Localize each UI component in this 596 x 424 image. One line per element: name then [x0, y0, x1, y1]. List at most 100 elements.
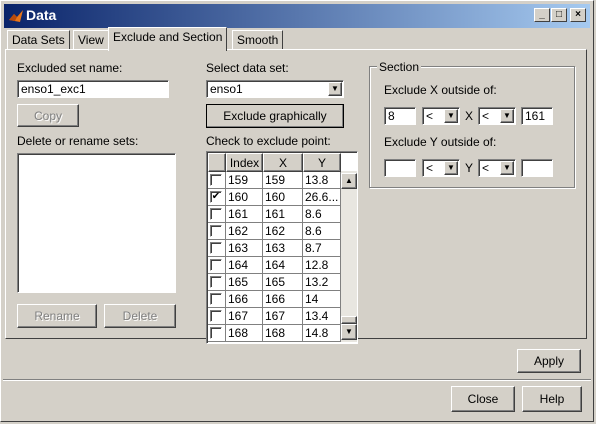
table-cell-index: 160: [226, 189, 263, 206]
table-header-y: Y: [303, 153, 341, 172]
table-cell-index: 166: [226, 291, 263, 308]
table-cell-x: 168: [263, 325, 303, 342]
table-cell-index: 161: [226, 206, 263, 223]
table-cell-y: 14: [303, 291, 341, 308]
tab-data-sets[interactable]: Data Sets: [7, 30, 70, 50]
apply-button[interactable]: Apply: [517, 349, 581, 373]
table-row-checkbox-cell: [208, 240, 226, 257]
scroll-up-arrow-icon[interactable]: ▲: [341, 173, 357, 189]
table-header-index: Index: [226, 153, 263, 172]
dropdown-arrow-icon[interactable]: ▼: [444, 109, 458, 123]
maximize-button[interactable]: □: [551, 8, 567, 22]
table-cell-y: 8.6: [303, 223, 341, 240]
table-scrollbar[interactable]: ▲ ▼: [341, 171, 357, 342]
dropdown-arrow-icon[interactable]: ▼: [328, 82, 342, 96]
exclude-checkbox[interactable]: [210, 225, 222, 237]
table-cell-x: 163: [263, 240, 303, 257]
table-cell-y: 13.2: [303, 274, 341, 291]
table-row-checkbox-cell: ✔: [208, 189, 226, 206]
table-cell-y: 8.6: [303, 206, 341, 223]
table-cell-x: 160: [263, 189, 303, 206]
matlab-logo-icon: [9, 10, 23, 22]
x-op2-dropdown[interactable]: < ▼: [478, 107, 516, 125]
exclude-checkbox[interactable]: ✔: [210, 191, 222, 203]
check-to-exclude-label: Check to exclude point:: [206, 134, 331, 148]
x-variable-label: X: [465, 109, 474, 123]
table-row-checkbox-cell: [208, 291, 226, 308]
table-row-checkbox-cell: [208, 257, 226, 274]
x-op1-value: <: [426, 109, 434, 123]
scroll-thumb[interactable]: [341, 316, 357, 324]
table-cell-x: 161: [263, 206, 303, 223]
table-cell-index: 164: [226, 257, 263, 274]
dropdown-arrow-icon[interactable]: ▼: [500, 161, 514, 175]
exclude-checkbox[interactable]: [210, 174, 222, 186]
table-row-checkbox-cell: [208, 172, 226, 189]
tab-view[interactable]: View: [73, 30, 109, 50]
table-cell-x: 167: [263, 308, 303, 325]
delete-button[interactable]: Delete: [104, 304, 176, 328]
exclude-points-table: Index X Y 159 159 13.8 ✔ 160 160 26.6... 161 161…: [206, 151, 358, 344]
y-min-input[interactable]: [384, 159, 416, 177]
table-cell-x: 166: [263, 291, 303, 308]
x-op2-value: <: [482, 109, 490, 123]
y-op2-dropdown[interactable]: < ▼: [478, 159, 516, 177]
table-cell-index: 163: [226, 240, 263, 257]
footer-separator: [3, 379, 591, 381]
y-variable-label: Y: [465, 161, 474, 175]
exclude-checkbox[interactable]: [210, 276, 222, 288]
dropdown-arrow-icon[interactable]: ▼: [444, 161, 458, 175]
tab-smooth[interactable]: Smooth: [232, 30, 284, 50]
data-sets-listbox[interactable]: [17, 153, 176, 293]
tab-exclude-and-section[interactable]: Exclude and Section: [108, 27, 228, 51]
title-bar: Data _ □ ×: [4, 4, 590, 28]
table-header-checkbox-column: [208, 153, 226, 172]
minimize-button[interactable]: _: [534, 8, 550, 22]
table-cell-index: 159: [226, 172, 263, 189]
exclude-checkbox[interactable]: [210, 310, 222, 322]
data-window: Data _ □ × Data Sets View Exclude and Se…: [0, 0, 594, 422]
selected-data-set: enso1: [210, 82, 243, 96]
x-max-input[interactable]: 161: [521, 107, 553, 125]
exclude-y-label: Exclude Y outside of:: [384, 135, 497, 149]
exclude-checkbox[interactable]: [210, 208, 222, 220]
table-row-checkbox-cell: [208, 325, 226, 342]
copy-button[interactable]: Copy: [17, 104, 79, 127]
table-row-checkbox-cell: [208, 308, 226, 325]
section-legend: Section: [377, 60, 422, 74]
close-window-button[interactable]: ×: [570, 8, 586, 22]
exclude-checkbox[interactable]: [210, 327, 222, 339]
excluded-set-label: Excluded set name:: [17, 61, 123, 75]
table-cell-y: 26.6...: [303, 189, 341, 206]
rename-button[interactable]: Rename: [17, 304, 97, 328]
select-data-set-dropdown[interactable]: enso1 ▼: [206, 80, 344, 98]
x-op1-dropdown[interactable]: < ▼: [422, 107, 460, 125]
table-cell-y: 13.8: [303, 172, 341, 189]
y-op1-dropdown[interactable]: < ▼: [422, 159, 460, 177]
table-cell-y: 8.7: [303, 240, 341, 257]
y-op2-value: <: [482, 161, 490, 175]
table-cell-y: 13.4: [303, 308, 341, 325]
table-row-checkbox-cell: [208, 206, 226, 223]
exclude-checkbox[interactable]: [210, 242, 222, 254]
table-cell-x: 164: [263, 257, 303, 274]
close-button[interactable]: Close: [451, 386, 515, 412]
exclude-graphically-button[interactable]: Exclude graphically: [206, 104, 344, 128]
table-cell-y: 12.8: [303, 257, 341, 274]
table-cell-x: 162: [263, 223, 303, 240]
table-cell-y: 14.8: [303, 325, 341, 342]
window-title: Data: [26, 7, 57, 23]
exclude-checkbox[interactable]: [210, 259, 222, 271]
excluded-set-name-input[interactable]: enso1_exc1: [17, 80, 169, 98]
scroll-down-arrow-icon[interactable]: ▼: [341, 324, 357, 340]
table-cell-index: 165: [226, 274, 263, 291]
exclude-x-label: Exclude X outside of:: [384, 83, 497, 97]
dropdown-arrow-icon[interactable]: ▼: [500, 109, 514, 123]
table-cell-index: 167: [226, 308, 263, 325]
select-data-set-label: Select data set:: [206, 61, 289, 75]
help-button[interactable]: Help: [522, 386, 582, 412]
y-op1-value: <: [426, 161, 434, 175]
exclude-checkbox[interactable]: [210, 293, 222, 305]
y-max-input[interactable]: [521, 159, 553, 177]
x-min-input[interactable]: 8: [384, 107, 416, 125]
